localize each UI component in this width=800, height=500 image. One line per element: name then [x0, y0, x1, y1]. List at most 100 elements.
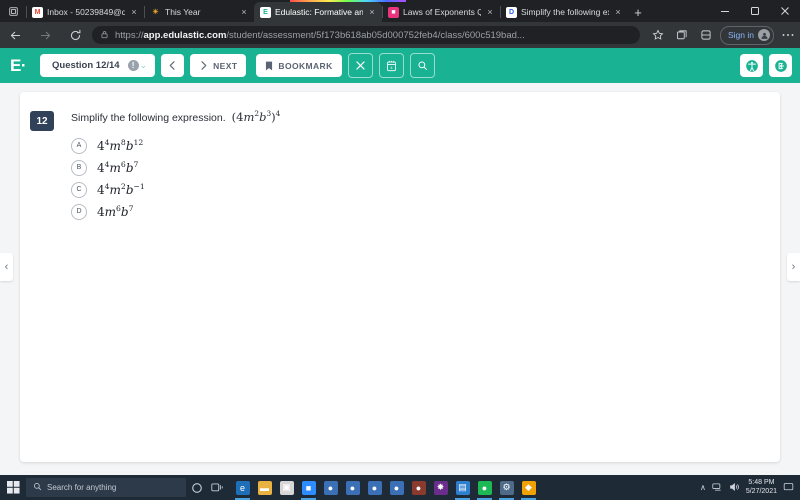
window-minimize-button[interactable]	[710, 0, 740, 22]
info-icon: !	[127, 60, 139, 71]
zoom-search-button[interactable]	[409, 53, 435, 78]
zoom-icon[interactable]: ■	[298, 475, 319, 500]
doc-icon: D	[506, 6, 517, 18]
url-scheme: https://	[115, 29, 144, 41]
calculator-button[interactable]: 4	[378, 53, 404, 78]
browser4-icon[interactable]: ●	[386, 475, 407, 500]
accessibility-button[interactable]	[740, 54, 763, 77]
tab-close-icon[interactable]: ×	[129, 7, 139, 17]
browser-tab-title: Inbox - 50239849@distr	[47, 7, 125, 17]
next-question-button[interactable]: NEXT	[190, 54, 247, 77]
answer-choice[interactable]: B 44m6b7	[71, 157, 280, 179]
taskbar-app-list: e ▬ ▣ ■ ● ● ● ● ● ✸ ▤ ● ⚙ ◆	[232, 475, 539, 500]
browser-tab[interactable]: M Inbox - 50239849@distr ×	[26, 2, 144, 22]
taskbar-search-input[interactable]: Search for anything	[26, 478, 186, 497]
question-counter-dropdown[interactable]: Question 12/14 ! ⌄	[40, 54, 156, 77]
window-controls	[710, 0, 800, 22]
browser-tab-strip: M Inbox - 50239849@distr × ☀ This Year × E Edul…	[0, 0, 800, 22]
windows-taskbar: Search for anything e ▬ ▣ ■ ● ● ● ● ● ✸ ▤ ● ⚙ ◆ ∧ 5:4…	[0, 475, 800, 500]
question-info-control[interactable]: ! ⌄	[127, 60, 147, 71]
task-view-icon[interactable]	[207, 475, 228, 500]
next-page-chevron[interactable]: ›	[787, 253, 800, 281]
url-host: app.edulastic.com	[143, 29, 227, 41]
clock-date: 5/27/2021	[745, 487, 777, 495]
question-row: 12 Simplify the following expression. (4m…	[20, 92, 780, 223]
quiz-icon: ■	[388, 6, 399, 18]
bookmark-button[interactable]: BOOKMARK	[256, 54, 342, 77]
answer-choice[interactable]: D 4m6b7	[71, 201, 280, 223]
window-maximize-button[interactable]	[740, 0, 770, 22]
store-icon[interactable]: ▣	[276, 475, 297, 500]
extensions-icon[interactable]	[694, 22, 718, 48]
answer-choice-letter: C	[71, 181, 87, 198]
exit-test-button[interactable]	[769, 54, 792, 77]
reload-button[interactable]	[60, 22, 90, 48]
edulastic-toolbar: E· Question 12/14 ! ⌄ NEXT BOOKMARK 4	[0, 48, 800, 83]
sign-in-button[interactable]: Sign in	[720, 25, 774, 45]
start-button[interactable]	[0, 475, 26, 500]
screen: M Inbox - 50239849@distr × ☀ This Year × E Edul…	[0, 0, 800, 500]
notification-icon[interactable]	[783, 482, 794, 494]
clock-time: 5:48 PM	[748, 479, 775, 487]
question-expression: (4m2b3)4	[231, 109, 281, 124]
window-close-button[interactable]	[770, 0, 800, 22]
browser-menu-icon[interactable]	[776, 22, 800, 48]
search-icon	[33, 482, 42, 493]
sun-icon: ☀	[150, 6, 161, 18]
previous-page-chevron[interactable]: ‹	[0, 253, 13, 281]
question-prompt: Simplify the following expression. (4m2b3…	[71, 109, 281, 125]
forward-button[interactable]	[30, 22, 60, 48]
tray-chevron-icon[interactable]: ∧	[700, 483, 706, 492]
question-body: Simplify the following expression. (4m2b3…	[54, 109, 281, 223]
file-explorer-icon[interactable]: ▬	[254, 475, 275, 500]
url-input[interactable]: https://app.edulastic.com/student/assess…	[92, 26, 640, 44]
browser-tab[interactable]: ☀ This Year ×	[144, 2, 254, 22]
cortana-icon[interactable]	[186, 475, 207, 500]
new-tab-button[interactable]: +	[628, 2, 648, 22]
browser2-icon[interactable]: ●	[342, 475, 363, 500]
paint-icon[interactable]: ▤	[452, 475, 473, 500]
browser-tab[interactable]: D Simplify the following ex ×	[500, 2, 628, 22]
back-button[interactable]	[0, 22, 30, 48]
answer-choice-text: 44m2b−1	[97, 181, 145, 197]
browser3-icon[interactable]: ●	[364, 475, 385, 500]
browser-tab[interactable]: E Edulastic: Formative and ×	[254, 2, 382, 22]
tab-separator	[26, 6, 27, 18]
previous-question-button[interactable]	[161, 54, 185, 77]
tab-close-icon[interactable]: ×	[239, 7, 249, 17]
browser-tab-title: Laws of Exponents Quiz	[403, 7, 481, 17]
answer-choice-letter: B	[71, 159, 87, 176]
browser2-icon-glyph: ●	[345, 480, 360, 495]
taskbar-search-placeholder: Search for anything	[47, 483, 117, 492]
network-icon[interactable]	[712, 482, 723, 494]
tab-close-icon[interactable]: ×	[367, 7, 377, 17]
answer-choice-text: 44m6b7	[97, 159, 139, 175]
browser-tab[interactable]: ■ Laws of Exponents Quiz ×	[382, 2, 500, 22]
spotify-icon[interactable]: ●	[474, 475, 495, 500]
cross-out-button[interactable]	[347, 53, 373, 78]
tab-close-icon[interactable]: ×	[485, 7, 495, 17]
next-label: NEXT	[213, 60, 238, 71]
edge-icon[interactable]: e	[232, 475, 253, 500]
assessment-body: ‹ › 12 Simplify the following expression…	[0, 83, 800, 475]
taskbar-clock[interactable]: 5:48 PM 5/27/2021	[746, 479, 777, 495]
security-icon[interactable]: ◆	[518, 475, 539, 500]
favorites-star-icon[interactable]	[646, 22, 670, 48]
tab-search-button[interactable]	[0, 0, 26, 22]
volume-icon[interactable]	[729, 482, 740, 494]
answer-choice[interactable]: A 44m8b12	[71, 135, 280, 157]
collections-icon[interactable]	[670, 22, 694, 48]
answer-choice-letter: A	[71, 137, 87, 154]
avatar-app-icon[interactable]: ●	[408, 475, 429, 500]
active-tab-rainbow-accent	[290, 0, 406, 2]
answer-choice-letter: D	[71, 203, 87, 220]
browser-tab-title: Simplify the following ex	[521, 7, 609, 17]
edulastic-logo[interactable]: E·	[10, 56, 38, 76]
settings-icon-glyph: ⚙	[499, 480, 514, 495]
answer-choice[interactable]: C 44m2b−1	[71, 179, 280, 201]
svg-text:4: 4	[390, 65, 393, 70]
star-app-icon[interactable]: ✸	[430, 475, 451, 500]
browser-icon[interactable]: ●	[320, 475, 341, 500]
tab-close-icon[interactable]: ×	[613, 7, 623, 17]
settings-icon[interactable]: ⚙	[496, 475, 517, 500]
